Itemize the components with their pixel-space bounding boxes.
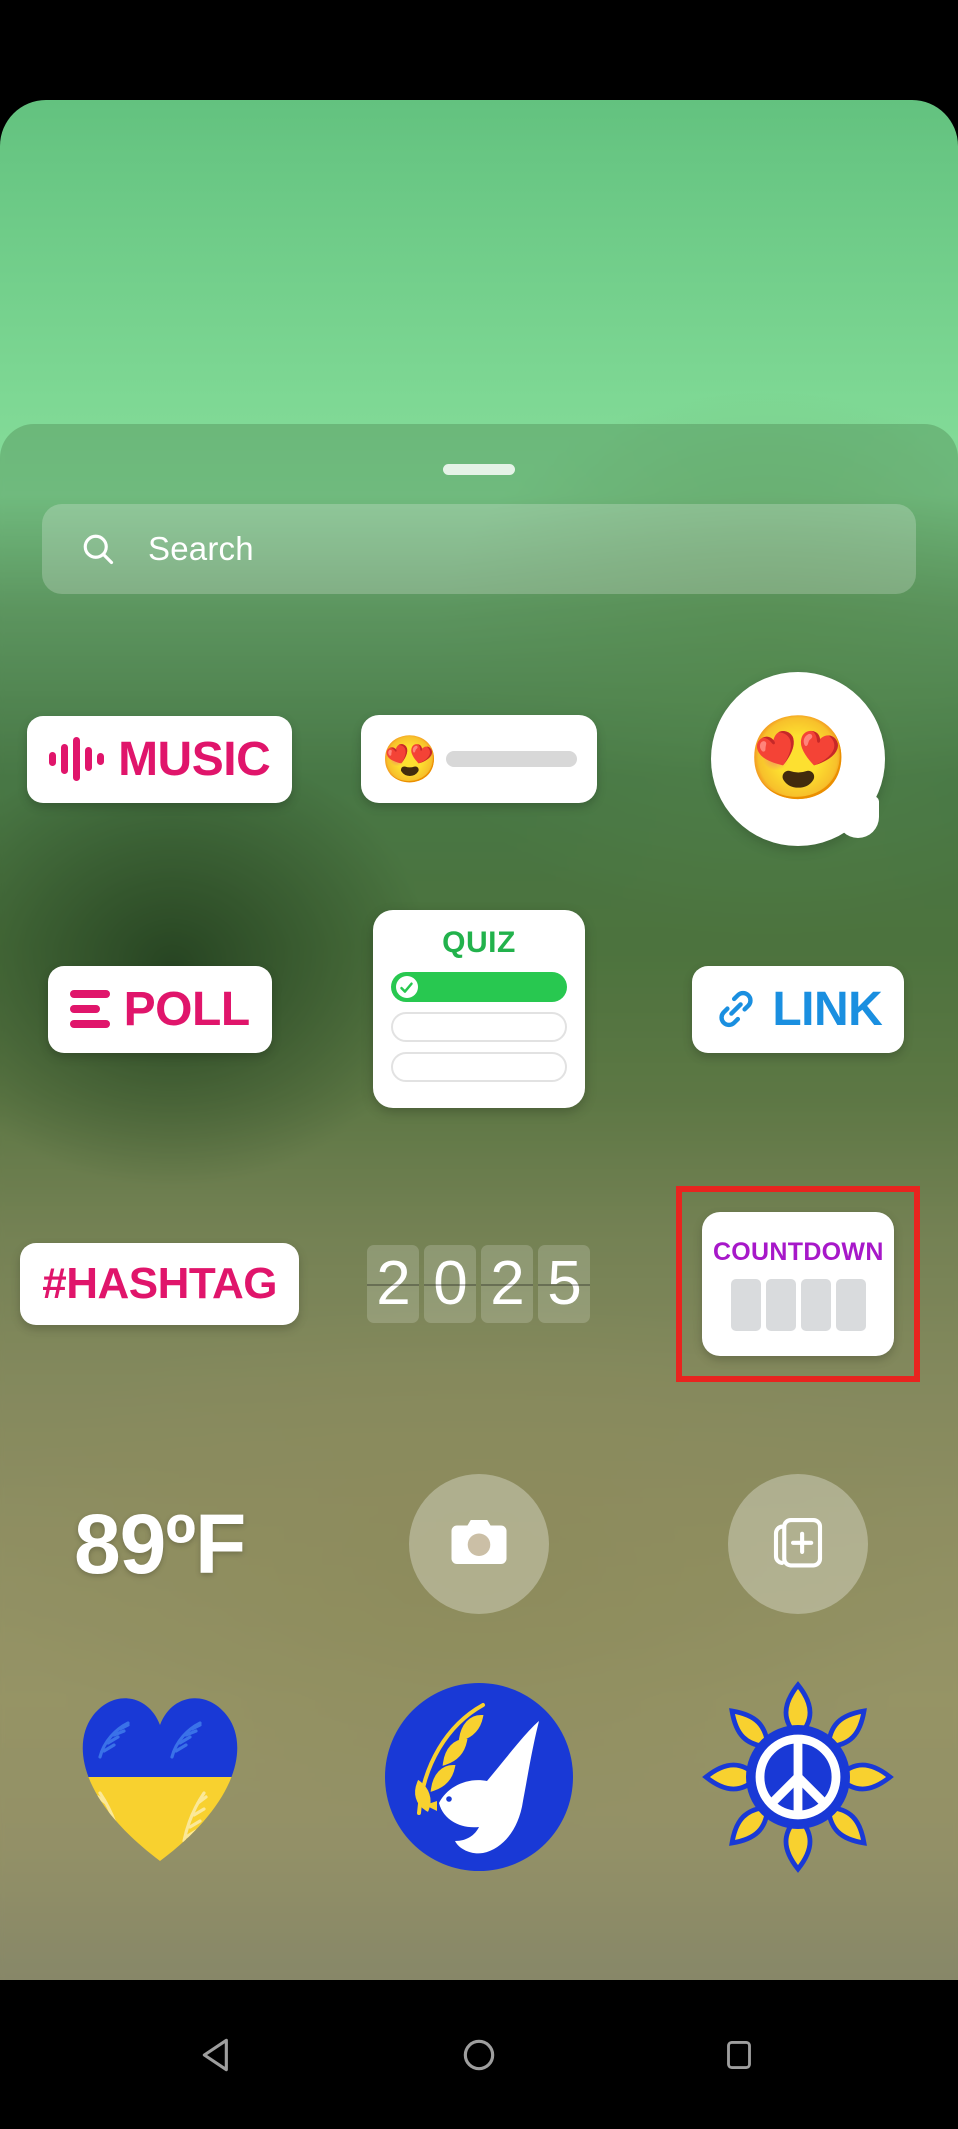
sticker-cell-flip-clock: 2 0 2 5 <box>329 1245 629 1323</box>
emoji-slider-icon: 😍 <box>380 733 439 785</box>
ukraine-heart-sticker[interactable] <box>45 1679 275 1879</box>
flip-clock-sticker[interactable]: 2 0 2 5 <box>367 1245 591 1323</box>
search-input[interactable]: Search <box>148 530 254 568</box>
countdown-digit-slot <box>800 1278 831 1331</box>
camera-icon <box>446 1509 512 1580</box>
sticker-cell-emoji-reaction: 😍 <box>648 672 948 846</box>
sticker-row-1: MUSIC 😍 😍 <box>0 664 958 854</box>
ukraine-heart-sticker-icon <box>60 1677 260 1882</box>
countdown-digit-slot <box>730 1278 761 1331</box>
sticker-row-3: #HASHTAG 2 0 2 5 COUNTDOWN <box>0 1184 958 1384</box>
home-circle-icon[interactable] <box>449 2025 509 2085</box>
link-sticker[interactable]: LINK <box>692 965 905 1053</box>
flip-digit: 0 <box>424 1245 477 1323</box>
countdown-sticker[interactable]: COUNTDOWN <box>702 1212 895 1356</box>
quiz-sticker[interactable]: QUIZ <box>372 910 585 1108</box>
bubble-tail-icon <box>837 796 880 838</box>
chain-link-icon <box>714 987 758 1031</box>
sticker-cell-peace-dove <box>329 1679 629 1879</box>
sticker-cell-hashtag: #HASHTAG <box>10 1243 310 1325</box>
emoji-reaction-sticker[interactable]: 😍 <box>711 672 886 846</box>
sticker-cell-music: MUSIC <box>10 715 310 803</box>
android-nav-bar <box>0 1980 958 2129</box>
poll-bars-icon <box>69 990 110 1028</box>
sticker-cell-temperature: 89ºF <box>10 1496 310 1593</box>
countdown-digit-slots <box>730 1278 866 1331</box>
flip-digit: 5 <box>538 1245 591 1323</box>
emoji-reaction-bubble-icon: 😍 <box>747 713 850 804</box>
music-sticker[interactable]: MUSIC <box>27 715 293 803</box>
poll-sticker[interactable]: POLL <box>47 965 272 1053</box>
sheet-drag-handle[interactable] <box>443 464 515 475</box>
add-photo-icon <box>765 1509 831 1580</box>
flip-digit: 2 <box>481 1245 534 1323</box>
hashtag-sticker[interactable]: #HASHTAG <box>20 1243 300 1325</box>
flip-digit: 2 <box>367 1245 420 1323</box>
check-icon <box>395 976 418 998</box>
quiz-sticker-label: QUIZ <box>442 926 516 959</box>
sunflower-peace-sticker-icon <box>698 1677 898 1882</box>
emoji-slider-track[interactable] <box>446 751 577 767</box>
quiz-option-blank[interactable] <box>390 1012 567 1042</box>
sticker-cell-quiz: QUIZ <box>329 910 629 1108</box>
phone-screen: Search MUSIC 😍 😍 POLL QUIZ LINK #HASHTAG… <box>0 0 958 2129</box>
link-sticker-label: LINK <box>772 982 883 1036</box>
sticker-row-4: 89ºF <box>0 1444 958 1644</box>
poll-sticker-label: POLL <box>123 982 251 1036</box>
sunflower-peace-sticker[interactable] <box>683 1679 913 1879</box>
peace-dove-sticker[interactable] <box>364 1679 594 1879</box>
music-waveform-icon <box>49 737 105 781</box>
countdown-sticker-wrapper: COUNTDOWN <box>676 1186 921 1382</box>
sticker-cell-countdown: COUNTDOWN <box>648 1186 948 1382</box>
hashtag-sticker-label: #HASHTAG <box>42 1259 278 1308</box>
emoji-slider-sticker[interactable]: 😍 <box>360 715 597 803</box>
quiz-option-blank[interactable] <box>390 1052 567 1082</box>
sticker-cell-ukraine-heart <box>10 1679 310 1879</box>
search-bar[interactable]: Search <box>42 504 916 594</box>
sticker-tray-sheet: Search MUSIC 😍 😍 POLL QUIZ LINK #HASHTAG… <box>0 424 958 1980</box>
recents-square-icon[interactable] <box>709 2025 769 2085</box>
countdown-sticker-label: COUNTDOWN <box>712 1237 884 1266</box>
music-sticker-label: MUSIC <box>118 732 271 786</box>
sticker-cell-camera <box>329 1474 629 1614</box>
camera-sticker-button[interactable] <box>408 1474 549 1614</box>
search-icon <box>80 531 116 567</box>
countdown-digit-slot <box>765 1278 796 1331</box>
sticker-row-5 <box>0 1674 958 1884</box>
add-photo-sticker-button[interactable] <box>728 1474 869 1614</box>
countdown-digit-slot <box>835 1278 866 1331</box>
sticker-cell-add-photo <box>648 1474 948 1614</box>
sticker-row-2: POLL QUIZ LINK <box>0 894 958 1124</box>
sticker-cell-emoji-slider: 😍 <box>329 715 629 803</box>
back-triangle-icon[interactable] <box>189 2025 249 2085</box>
sticker-cell-link: LINK <box>648 965 948 1053</box>
sticker-cell-sunflower-peace <box>648 1679 948 1879</box>
peace-dove-sticker-icon <box>379 1677 579 1882</box>
temperature-sticker[interactable]: 89ºF <box>74 1496 246 1593</box>
sticker-cell-poll: POLL <box>10 965 310 1053</box>
quiz-option-correct[interactable] <box>390 972 567 1002</box>
